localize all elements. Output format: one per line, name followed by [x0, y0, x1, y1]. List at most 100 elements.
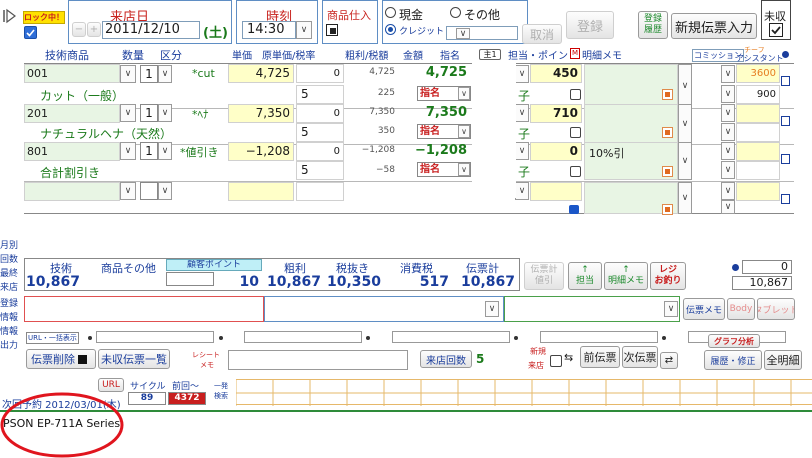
select-right-dropdown[interactable]: ∨ [664, 301, 678, 317]
row4-code[interactable] [24, 182, 120, 201]
unreceived-checkbox[interactable] [769, 23, 783, 37]
row4-memo-icon[interactable] [662, 204, 673, 215]
visit-count-button[interactable]: 来店回数 [420, 350, 472, 368]
new-slip-button[interactable]: 新規伝票入力 [671, 13, 757, 39]
sidebar-item-info[interactable]: 情報 [0, 310, 18, 323]
row3-unit-price[interactable]: −1,208 [228, 142, 294, 161]
graph-analysis-button[interactable]: グラフ分析 [708, 334, 760, 348]
select-right[interactable] [504, 296, 680, 322]
history-edit-button[interactable]: 履歴・修正 [704, 350, 762, 370]
row2-points[interactable]: 710 [530, 104, 582, 123]
row2-code[interactable]: 201 [24, 104, 120, 123]
row4-qty-dropdown[interactable]: ∨ [158, 182, 172, 200]
unreceived-list-button[interactable]: 未収伝票一覧 [98, 349, 170, 369]
receipt-memo-field[interactable] [228, 350, 408, 370]
lock-checkbox[interactable] [24, 26, 37, 39]
swap-arrows-button[interactable]: ⇄ [660, 352, 678, 369]
row2-qty[interactable]: 1 [140, 104, 158, 122]
url-field-3[interactable] [392, 331, 510, 343]
row1-qty-dropdown[interactable]: ∨ [158, 65, 172, 83]
sidebar-item-register[interactable]: 登録 [0, 296, 18, 309]
credit-dropdown[interactable]: ∨ [456, 28, 470, 39]
slip-memo-button[interactable]: 伝票メモ [683, 298, 725, 320]
row2-unit-price[interactable]: 7,350 [228, 104, 294, 123]
select-left[interactable] [24, 296, 264, 322]
time-field[interactable]: 14:30 [242, 21, 296, 39]
date-minus-button[interactable]: − [72, 22, 86, 37]
select-middle-dropdown[interactable]: ∨ [485, 301, 499, 317]
row3-tax-rate[interactable]: 5 [296, 161, 344, 180]
row4-memo-dropdown[interactable]: ∨ [678, 182, 692, 214]
delete-slip-button[interactable]: 伝票削除 [26, 349, 96, 369]
row2-tax-rate[interactable]: 5 [296, 123, 344, 142]
row1-staff-dropdown[interactable]: ∨ [515, 65, 529, 83]
row2-designate-dropdown[interactable]: ∨ [458, 125, 470, 138]
row1-memo-icon[interactable] [662, 89, 673, 100]
row2-comm-dropdown-1[interactable]: ∨ [721, 104, 735, 122]
time-dropdown[interactable]: ∨ [296, 21, 312, 39]
row1-designate-dropdown[interactable]: ∨ [458, 87, 470, 100]
row1-cost[interactable]: 0 [296, 64, 344, 83]
row2-marker[interactable] [781, 116, 790, 126]
play-icon[interactable] [2, 8, 16, 24]
row3-code-dropdown[interactable]: ∨ [120, 142, 136, 160]
row3-points[interactable]: 0 [530, 142, 582, 161]
row3-qty[interactable]: 1 [140, 142, 158, 160]
prev-slip-button[interactable]: 前伝票 [580, 346, 620, 368]
visit-date-field[interactable]: 2011/12/10 [102, 21, 200, 39]
row1-memo-dropdown[interactable]: ∨ [678, 64, 692, 107]
cash-radio[interactable] [385, 7, 396, 18]
row4-comm-dropdown-1[interactable]: ∨ [721, 182, 735, 200]
select-middle[interactable] [264, 296, 504, 322]
row2-cost[interactable]: 0 [296, 104, 344, 123]
row2-memo-icon[interactable] [662, 127, 673, 138]
row3-code[interactable]: 801 [24, 142, 120, 161]
row1-comm-dropdown-1[interactable]: ∨ [721, 65, 735, 83]
row2-comm-1[interactable] [736, 104, 780, 123]
row1-comm-dropdown-2[interactable]: ∨ [721, 85, 735, 103]
cancel-button[interactable]: 取消 [522, 24, 562, 44]
row3-staff-dropdown[interactable]: ∨ [515, 142, 529, 160]
row4-cost[interactable] [296, 182, 344, 201]
row1-code-dropdown[interactable]: ∨ [120, 65, 136, 83]
url-field-4[interactable] [540, 331, 658, 343]
memo-copy-button[interactable]: ↑ 明細メモ [604, 262, 648, 290]
row4-comm-1[interactable] [736, 182, 780, 201]
row4-unit-price[interactable] [228, 182, 294, 201]
row1-unit-price[interactable]: 4,725 [228, 64, 294, 83]
row2-staff-dropdown[interactable]: ∨ [515, 104, 529, 122]
row1-memo[interactable] [584, 64, 678, 107]
row1-code[interactable]: 001 [24, 64, 120, 83]
row3-comm-dropdown-2[interactable]: ∨ [721, 161, 735, 179]
row1-tax-rate[interactable]: 5 [296, 85, 344, 104]
sidebar-item-visit[interactable]: 来店 [0, 280, 18, 293]
row2-code-dropdown[interactable]: ∨ [120, 104, 136, 122]
row3-comm-2[interactable] [736, 161, 780, 180]
row1-marker[interactable] [781, 76, 790, 86]
row1-checkbox[interactable] [570, 89, 581, 100]
url-bulk-label[interactable]: URL・一括表示 [26, 332, 79, 344]
url-field-1[interactable] [96, 331, 214, 343]
swap-arrows-icon-1[interactable]: ⇆ [564, 351, 573, 364]
row3-checkbox[interactable] [570, 166, 581, 177]
row3-comm-dropdown-1[interactable]: ∨ [721, 142, 735, 160]
row2-checkbox[interactable] [570, 127, 581, 138]
row1-qty[interactable]: 1 [140, 65, 158, 83]
credit-radio[interactable] [385, 24, 396, 35]
sidebar-item-count[interactable]: 回数 [0, 252, 18, 265]
row3-memo-dropdown[interactable]: ∨ [678, 142, 692, 180]
body-button[interactable]: Body [727, 298, 755, 320]
staff-button[interactable]: ↑ 担当 [568, 262, 602, 290]
row2-comm-dropdown-2[interactable]: ∨ [721, 123, 735, 141]
row2-memo-dropdown[interactable]: ∨ [678, 104, 692, 144]
row1-comm-2[interactable]: 900 [736, 85, 780, 104]
sidebar-item-monthly[interactable]: 月別 [0, 238, 18, 251]
purchase-checkbox[interactable] [326, 24, 338, 36]
other-radio[interactable] [450, 7, 461, 18]
all-details-button[interactable]: 全明細 [764, 350, 802, 370]
row3-cost[interactable]: 0 [296, 142, 344, 161]
next-slip-button[interactable]: 次伝票 [622, 346, 658, 368]
row1-points[interactable]: 450 [530, 64, 582, 83]
date-plus-button[interactable]: + [87, 22, 101, 37]
row3-designate-dropdown[interactable]: ∨ [458, 163, 470, 176]
